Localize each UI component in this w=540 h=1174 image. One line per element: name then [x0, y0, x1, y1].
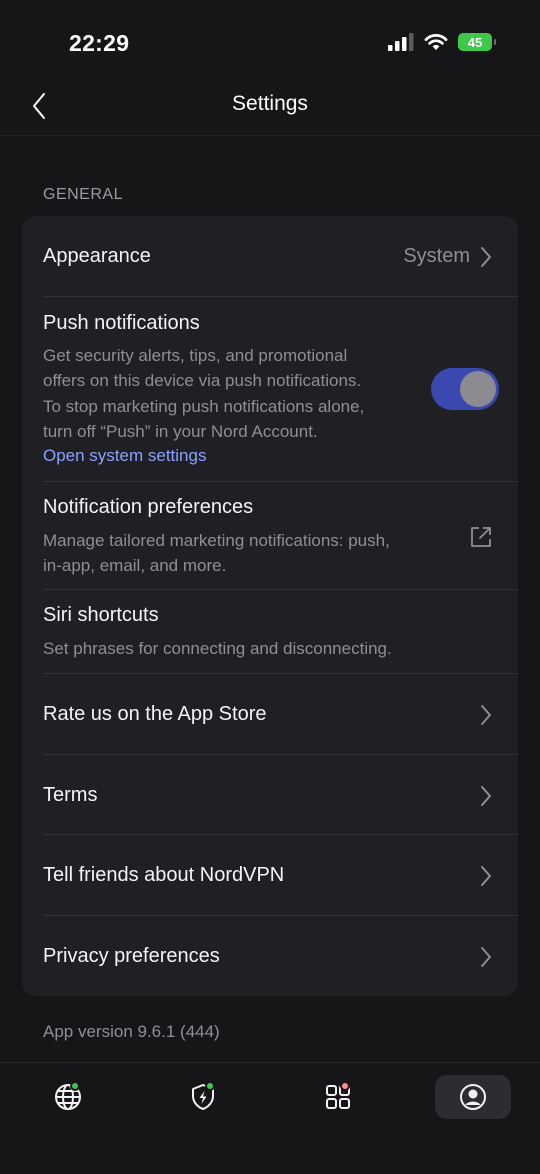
notif-desc-line: in-app, email, and more.: [43, 556, 227, 576]
appearance-value: System: [403, 245, 470, 267]
rate-app-store-row[interactable]: Rate us on the App Store: [22, 674, 518, 755]
notification-preferences-row[interactable]: Notification preferences Manage tailored…: [22, 482, 518, 590]
appearance-row[interactable]: Appearance System: [22, 216, 518, 297]
cellular-signal-icon: [388, 33, 414, 51]
siri-shortcuts-label: Siri shortcuts: [43, 604, 159, 626]
notification-badge: [205, 1081, 215, 1091]
tab-apps[interactable]: [300, 1075, 376, 1119]
external-link-icon: [471, 527, 491, 547]
push-notifications-description: Get security alerts, tips, and promotion…: [43, 343, 364, 445]
notification-badge: [340, 1081, 350, 1091]
notification-preferences-description: Manage tailored marketing notifications:…: [43, 528, 390, 579]
privacy-preferences-label: Privacy preferences: [43, 945, 220, 967]
push-desc-line: offers on this device via push notificat…: [43, 371, 362, 391]
push-notifications-row: Push notifications Get security alerts, …: [22, 297, 518, 482]
section-header-general: GENERAL: [43, 186, 123, 203]
notification-preferences-label: Notification preferences: [43, 496, 254, 518]
tab-globe[interactable]: [30, 1075, 106, 1119]
push-desc-line: Get security alerts, tips, and promotion…: [43, 346, 348, 365]
notif-desc-line: Manage tailored marketing notifications:…: [43, 531, 390, 550]
open-system-settings-link[interactable]: Open system settings: [43, 446, 206, 466]
settings-card: Appearance System Push notifications Get…: [22, 216, 518, 996]
tell-friends-label: Tell friends about NordVPN: [43, 864, 285, 886]
rate-app-store-label: Rate us on the App Store: [43, 703, 267, 725]
wifi-icon: [424, 34, 448, 50]
status-time: 22:29: [69, 30, 130, 56]
siri-shortcuts-description: Set phrases for connecting and disconnec…: [43, 639, 392, 658]
tab-threat-protection[interactable]: [165, 1075, 241, 1119]
push-desc-line: turn off “Push” in your Nord Account.: [43, 422, 318, 442]
terms-row[interactable]: Terms: [22, 755, 518, 835]
app-version: App version 9.6.1 (444): [43, 1022, 220, 1041]
profile-icon: [460, 1084, 486, 1110]
siri-shortcuts-row[interactable]: Siri shortcuts Set phrases for connectin…: [22, 590, 518, 674]
battery-level: 45: [467, 34, 483, 50]
chevron-right-icon: [481, 947, 491, 967]
terms-label: Terms: [43, 784, 98, 806]
status-bar: 22:29 45: [0, 0, 540, 88]
push-desc-line: To stop marketing push notifications alo…: [43, 396, 365, 416]
chevron-right-icon: [481, 705, 491, 725]
push-notifications-toggle[interactable]: [431, 368, 499, 410]
nav-bar: Settings: [0, 80, 540, 136]
page-title: Settings: [232, 92, 308, 115]
toggle-knob: [460, 371, 496, 407]
tab-bar: [0, 1062, 540, 1174]
appearance-label: Appearance: [43, 245, 151, 267]
chevron-right-icon: [481, 786, 491, 806]
tab-profile[interactable]: [435, 1075, 511, 1119]
status-icons: 45: [388, 33, 496, 51]
chevron-right-icon: [481, 866, 491, 886]
chevron-right-icon: [481, 247, 491, 267]
privacy-preferences-row[interactable]: Privacy preferences: [22, 916, 518, 996]
tell-friends-row[interactable]: Tell friends about NordVPN: [22, 835, 518, 916]
battery-icon: 45: [458, 33, 496, 51]
push-notifications-label: Push notifications: [43, 312, 200, 334]
notification-badge: [70, 1081, 80, 1091]
